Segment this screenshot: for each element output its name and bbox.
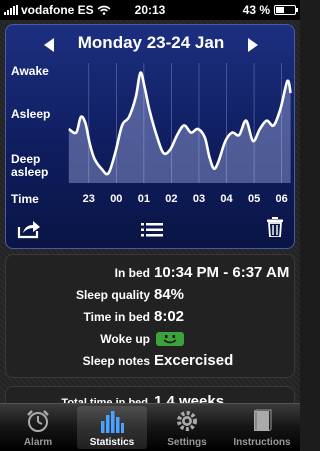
- x-tick-23: 23: [83, 193, 95, 205]
- in-bed-value: 10:34 PM - 6:37 AM: [154, 264, 290, 281]
- x-tick-03: 03: [193, 193, 205, 205]
- in-bed-row: In bed 10:34 PM - 6:37 AM: [6, 264, 296, 284]
- sleep-quality-label: Sleep quality: [75, 288, 150, 302]
- tab-instructions-label: Instructions: [233, 437, 291, 448]
- trash-icon[interactable]: [267, 217, 283, 237]
- gear-icon: [177, 411, 197, 431]
- in-bed-label: In bed: [114, 266, 150, 280]
- sleep-area: [68, 72, 291, 183]
- battery-percent: 43 %: [242, 3, 270, 17]
- x-tick-02: 02: [165, 193, 177, 205]
- woke-up-row: Woke up: [6, 330, 296, 350]
- sleep-details-panel: In bed 10:34 PM - 6:37 AM Sleep quality …: [5, 254, 295, 378]
- tab-alarm[interactable]: Alarm: [3, 406, 73, 449]
- sleep-notes-value[interactable]: Excercised: [154, 352, 233, 369]
- statistics-icon: [101, 411, 124, 433]
- sleep-notes-row: Sleep notes Excercised: [6, 352, 296, 372]
- alarm-clock-icon: [27, 410, 49, 432]
- tab-settings-label: Settings: [167, 437, 207, 448]
- sleep-chart: 23 00 01 02 03 04 05 06: [68, 63, 292, 205]
- sleep-quality-value: 84%: [154, 286, 185, 303]
- time-in-bed-row: Time in bed 8:02: [6, 308, 296, 328]
- tab-statistics-label: Statistics: [89, 437, 135, 448]
- sleep-quality-row: Sleep quality 84%: [6, 286, 296, 306]
- x-tick-04: 04: [220, 193, 233, 205]
- x-tick-00: 00: [110, 193, 122, 205]
- status-bar: vodafone ES 20:13 43 %: [0, 0, 300, 20]
- happy-mood-icon[interactable]: [156, 332, 184, 346]
- tab-instructions[interactable]: Instructions: [227, 406, 297, 449]
- list-icon[interactable]: [141, 223, 163, 237]
- woke-up-label: Woke up: [100, 332, 150, 346]
- x-tick-01: 01: [138, 193, 150, 205]
- time-in-bed-value: 8:02: [154, 308, 185, 325]
- x-tick-05: 05: [248, 193, 260, 205]
- share-icon[interactable]: [17, 219, 41, 239]
- tab-alarm-label: Alarm: [23, 437, 53, 448]
- sleep-notes-label: Sleep notes: [82, 354, 150, 368]
- tab-settings[interactable]: Settings: [152, 406, 222, 449]
- battery-icon: [274, 5, 298, 15]
- time-in-bed-label: Time in bed: [83, 310, 150, 324]
- tab-statistics[interactable]: Statistics: [77, 406, 147, 449]
- book-icon: [253, 409, 272, 432]
- x-tick-06: 06: [276, 193, 288, 205]
- tab-bar: Alarm Statistics Settings Instructions: [0, 403, 300, 451]
- sleep-graph-panel: Monday 23-24 Jan Awake Asleep Deep aslee…: [5, 24, 295, 249]
